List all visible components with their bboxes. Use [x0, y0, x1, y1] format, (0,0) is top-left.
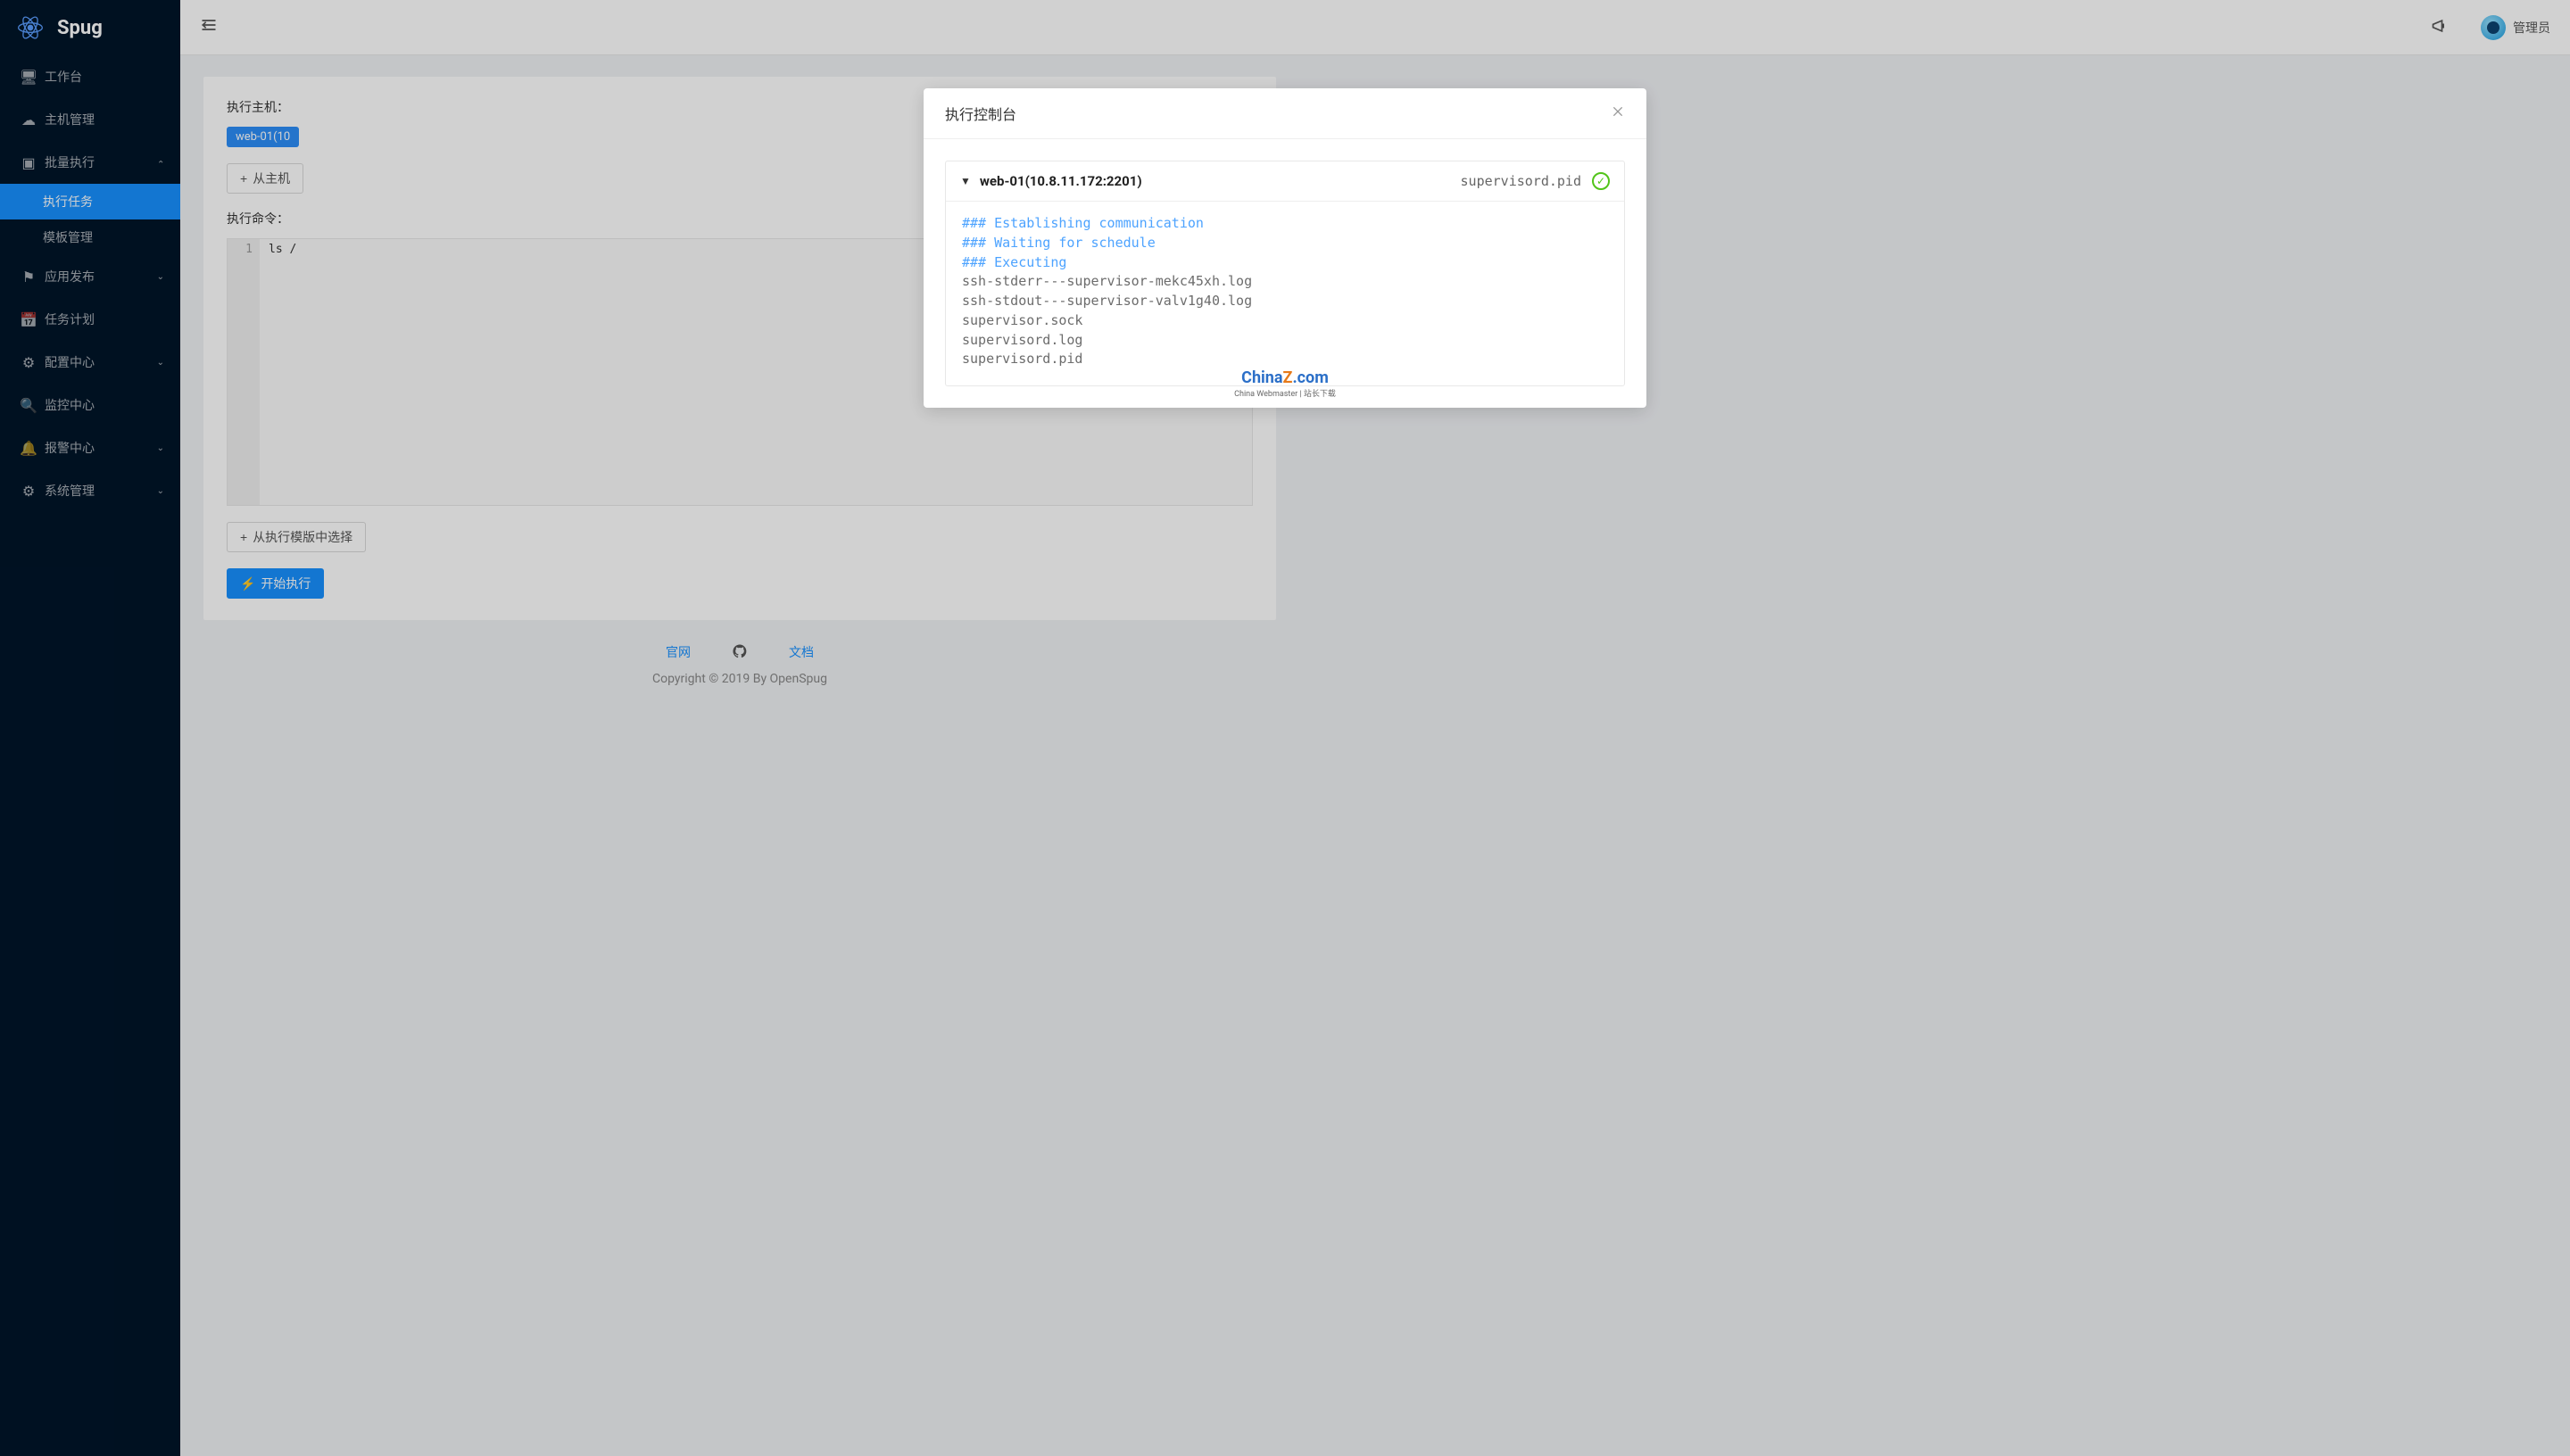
console-panel: ▼ web-01(10.8.11.172:2201) supervisord.p…	[945, 161, 1625, 386]
console-header[interactable]: ▼ web-01(10.8.11.172:2201) supervisord.p…	[946, 161, 1624, 202]
close-icon	[1611, 104, 1625, 119]
check-circle-icon: ✓	[1592, 172, 1610, 190]
console-last-line: supervisord.pid	[1461, 173, 1581, 189]
console-output: ### Establishing communication ### Waiti…	[946, 202, 1624, 385]
modal-title: 执行控制台	[945, 103, 1016, 124]
caret-down-icon: ▼	[960, 175, 971, 187]
console-host: web-01(10.8.11.172:2201)	[980, 173, 1142, 189]
exec-console-modal: 执行控制台 ▼ web-01(10.8.11.172:2201) supervi…	[924, 88, 1646, 408]
modal-close-button[interactable]	[1611, 104, 1625, 123]
